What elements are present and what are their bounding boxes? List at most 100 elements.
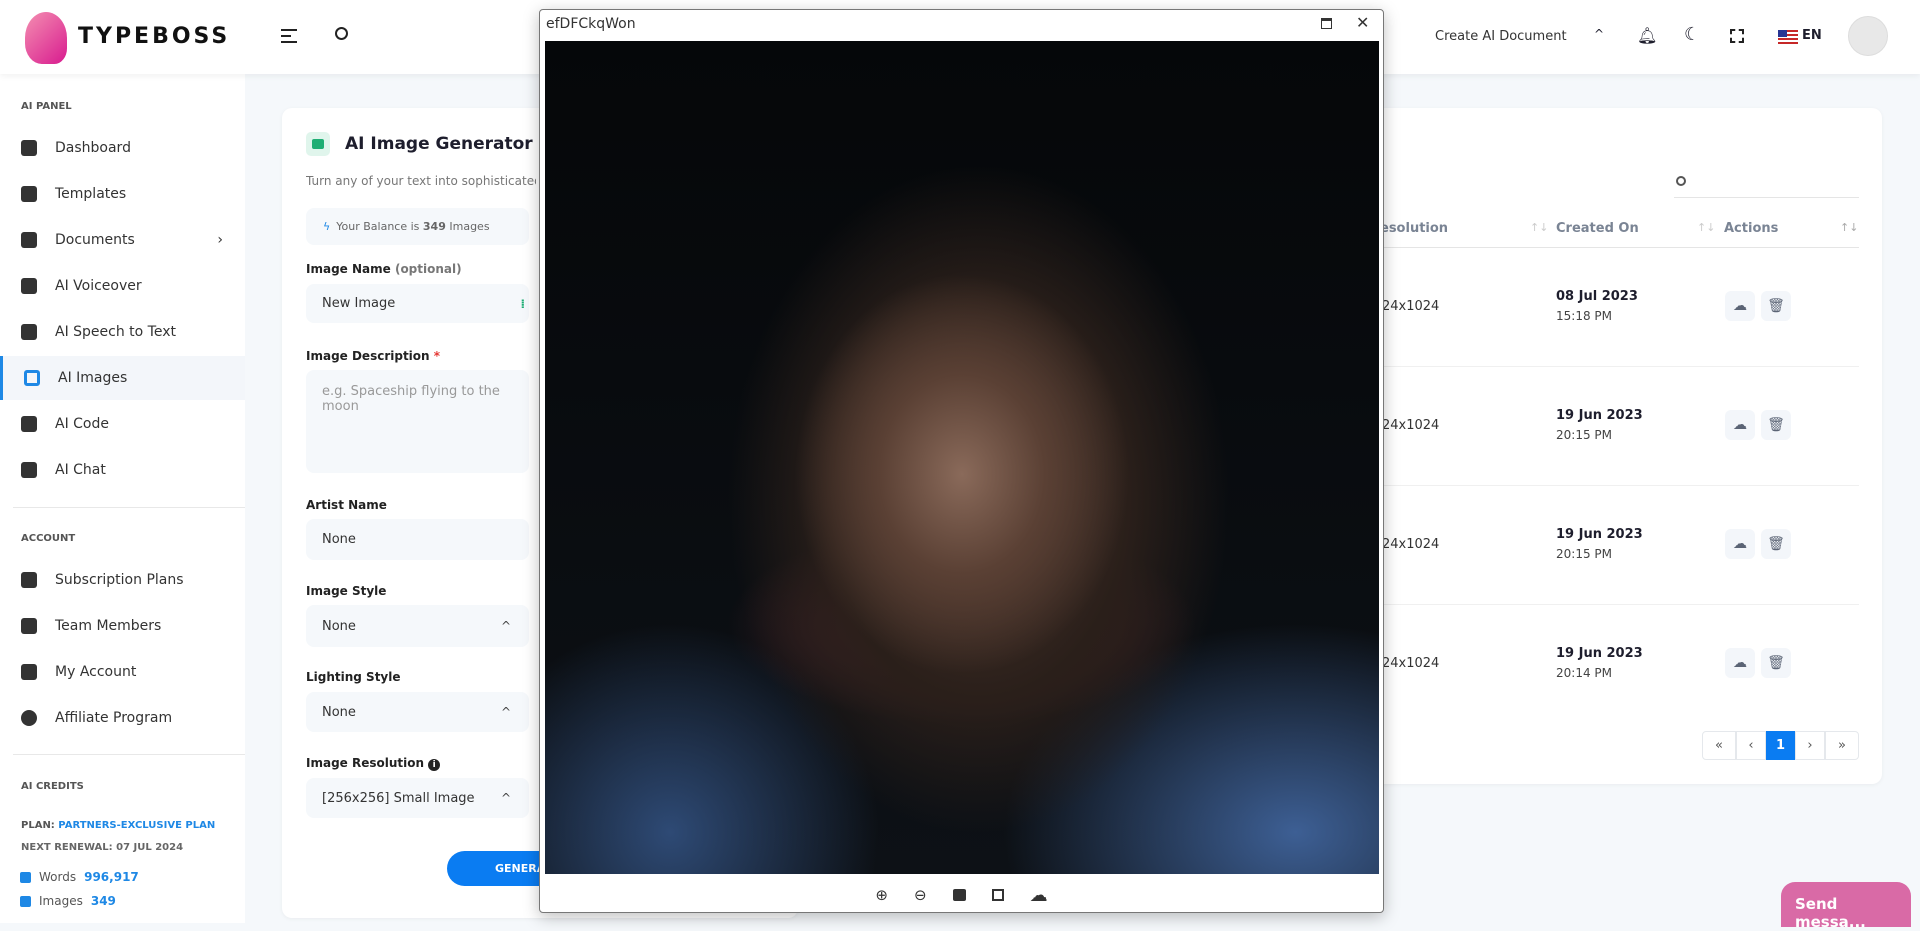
cell-date: 19 Jun 2023 (1556, 646, 1643, 661)
page-title: AI Image Generator (345, 134, 533, 154)
sidebar-item-team-members[interactable]: Team Members (0, 604, 245, 648)
folder-icon (21, 232, 37, 248)
balance-value: 349 (422, 220, 446, 233)
moon-icon[interactable]: ☾ (1684, 24, 1700, 45)
label-text: Image Resolution (306, 756, 425, 770)
password-manager-icon[interactable]: ⁞ (520, 297, 525, 311)
delete-button[interactable]: 🗑︎ (1761, 291, 1791, 321)
sidebar-item-ai-images[interactable]: AI Images (0, 356, 245, 400)
fit-screen-icon[interactable] (991, 889, 1004, 901)
sidebar-item-ai-chat[interactable]: AI Chat (0, 448, 245, 492)
image-resolution-label: Image Resolution i (306, 756, 441, 771)
sidebar-item-affiliate-program[interactable]: Affiliate Program (0, 696, 245, 740)
sidebar-item-label: AI Voiceover (55, 278, 142, 294)
sidebar-item-my-account[interactable]: My Account (0, 650, 245, 694)
cloud-download-icon: ☁ (1733, 655, 1747, 671)
sidebar-item-documents[interactable]: Documents › (0, 218, 245, 262)
download-icon[interactable]: ☁ (1030, 885, 1048, 906)
create-ai-document[interactable]: Create AI Document (1435, 29, 1567, 44)
image-scan-icon (24, 370, 40, 386)
lighting-style-select[interactable]: None ^ (306, 692, 529, 732)
image-icon (306, 132, 330, 156)
delete-button[interactable]: 🗑︎ (1761, 529, 1791, 559)
download-button[interactable]: ☁ (1725, 410, 1755, 440)
cell-date: 19 Jun 2023 (1556, 408, 1643, 423)
bell-icon[interactable]: 🔔︎ (1637, 26, 1657, 45)
info-icon[interactable]: i (428, 759, 441, 771)
pagination-page-1[interactable]: 1 (1766, 731, 1795, 760)
sidebar-item-label: Team Members (55, 618, 162, 634)
image-description-textarea[interactable]: e.g. Spaceship flying to the moon (306, 370, 529, 473)
sidebar-item-label: AI Speech to Text (55, 324, 176, 340)
download-button[interactable]: ☁ (1725, 529, 1755, 559)
cell-resolution: 24x1024 (1382, 656, 1440, 671)
image-resolution-select[interactable]: [256x256] Small Image ^ (306, 778, 529, 818)
section-ai-panel: AI PANEL (21, 101, 72, 112)
download-button[interactable]: ☁ (1725, 648, 1755, 678)
download-button[interactable]: ☁ (1725, 291, 1755, 321)
fullscreen-icon[interactable] (1730, 29, 1744, 43)
balance-box: ϟ Your Balance is 349 Images (306, 208, 529, 245)
avatar[interactable] (1848, 16, 1888, 56)
input-value: New Image (322, 296, 396, 311)
search-icon (1676, 176, 1686, 186)
cell-resolution: 24x1024 (1382, 299, 1440, 314)
header-divider (1380, 247, 1859, 248)
send-message-button[interactable]: Send messa... (1781, 882, 1911, 931)
plan-label: PLAN: (21, 820, 55, 831)
sort-icon[interactable]: ↑↓ (1840, 221, 1858, 234)
page-subtitle: Turn any of your text into sophisticated (306, 174, 536, 188)
chevron-up-icon[interactable]: ^ (1594, 27, 1604, 41)
sidebar-item-label: My Account (55, 664, 137, 680)
chevron-up-icon: ^ (500, 619, 511, 633)
sidebar-item-ai-code[interactable]: AI Code (0, 402, 245, 446)
sidebar-item-templates[interactable]: Templates (0, 172, 245, 216)
column-header-created-on[interactable]: Created On (1556, 221, 1639, 236)
row-divider (1380, 366, 1859, 367)
zoom-out-icon[interactable]: ⊖ (914, 886, 927, 904)
column-header-resolution[interactable]: esolution (1380, 221, 1448, 236)
label-text: Image Description (306, 349, 430, 363)
menu-icon[interactable] (281, 29, 297, 43)
image-icon[interactable] (952, 889, 966, 901)
artist-name-select[interactable]: None (306, 519, 529, 560)
image-name-input[interactable]: New Image ⁞ (306, 284, 529, 323)
cell-time: 15:18 PM (1556, 309, 1612, 323)
maximize-button[interactable] (1321, 18, 1332, 29)
select-value: None (322, 704, 356, 720)
delete-button[interactable]: 🗑︎ (1761, 410, 1791, 440)
us-flag-icon (1778, 30, 1798, 44)
chevron-up-icon: ^ (500, 791, 511, 805)
sort-icon[interactable]: ↑↓ (1530, 221, 1548, 234)
search-icon[interactable] (335, 27, 348, 40)
sidebar-item-dashboard[interactable]: Dashboard (0, 126, 245, 170)
column-header-actions[interactable]: Actions (1724, 221, 1778, 236)
sidebar-item-subscription-plans[interactable]: Subscription Plans (0, 558, 245, 602)
delete-button[interactable]: 🗑︎ (1761, 648, 1791, 678)
images-label: Images (39, 894, 83, 908)
sidebar-item-ai-speech-to-text[interactable]: AI Speech to Text (0, 310, 245, 354)
trash-icon: 🗑︎ (1767, 655, 1785, 671)
sidebar-item-ai-voiceover[interactable]: AI Voiceover (0, 264, 245, 308)
trash-icon: 🗑︎ (1767, 298, 1785, 314)
plan-name: PARTNERS-EXCLUSIVE PLAN (58, 820, 216, 831)
pagination-next[interactable]: › (1795, 731, 1825, 760)
pagination-first[interactable]: « (1702, 731, 1736, 760)
zoom-in-icon[interactable]: ⊕ (875, 886, 888, 904)
sort-icon[interactable]: ↑↓ (1697, 221, 1715, 234)
sidebar-item-label: AI Chat (55, 462, 106, 478)
cloud-download-icon: ☁ (1733, 417, 1747, 433)
pagination-prev[interactable]: ‹ (1736, 731, 1766, 760)
divider (13, 754, 245, 755)
trash-icon: 🗑︎ (1767, 536, 1785, 552)
close-button[interactable]: ✕ (1356, 13, 1369, 32)
image-style-select[interactable]: None ^ (306, 605, 529, 647)
table-search-input[interactable] (1674, 170, 1859, 196)
cell-time: 20:14 PM (1556, 666, 1612, 680)
image-description-label: Image Description * (306, 349, 440, 363)
words-credit: Words 996,917 (20, 870, 139, 884)
pagination-last[interactable]: » (1825, 731, 1859, 760)
label-text: Image Name (306, 262, 391, 276)
language-selector[interactable]: EN (1802, 28, 1822, 43)
image-viewer-modal: efDFCkqWon ✕ ⊕ ⊖ ☁ (539, 9, 1384, 913)
